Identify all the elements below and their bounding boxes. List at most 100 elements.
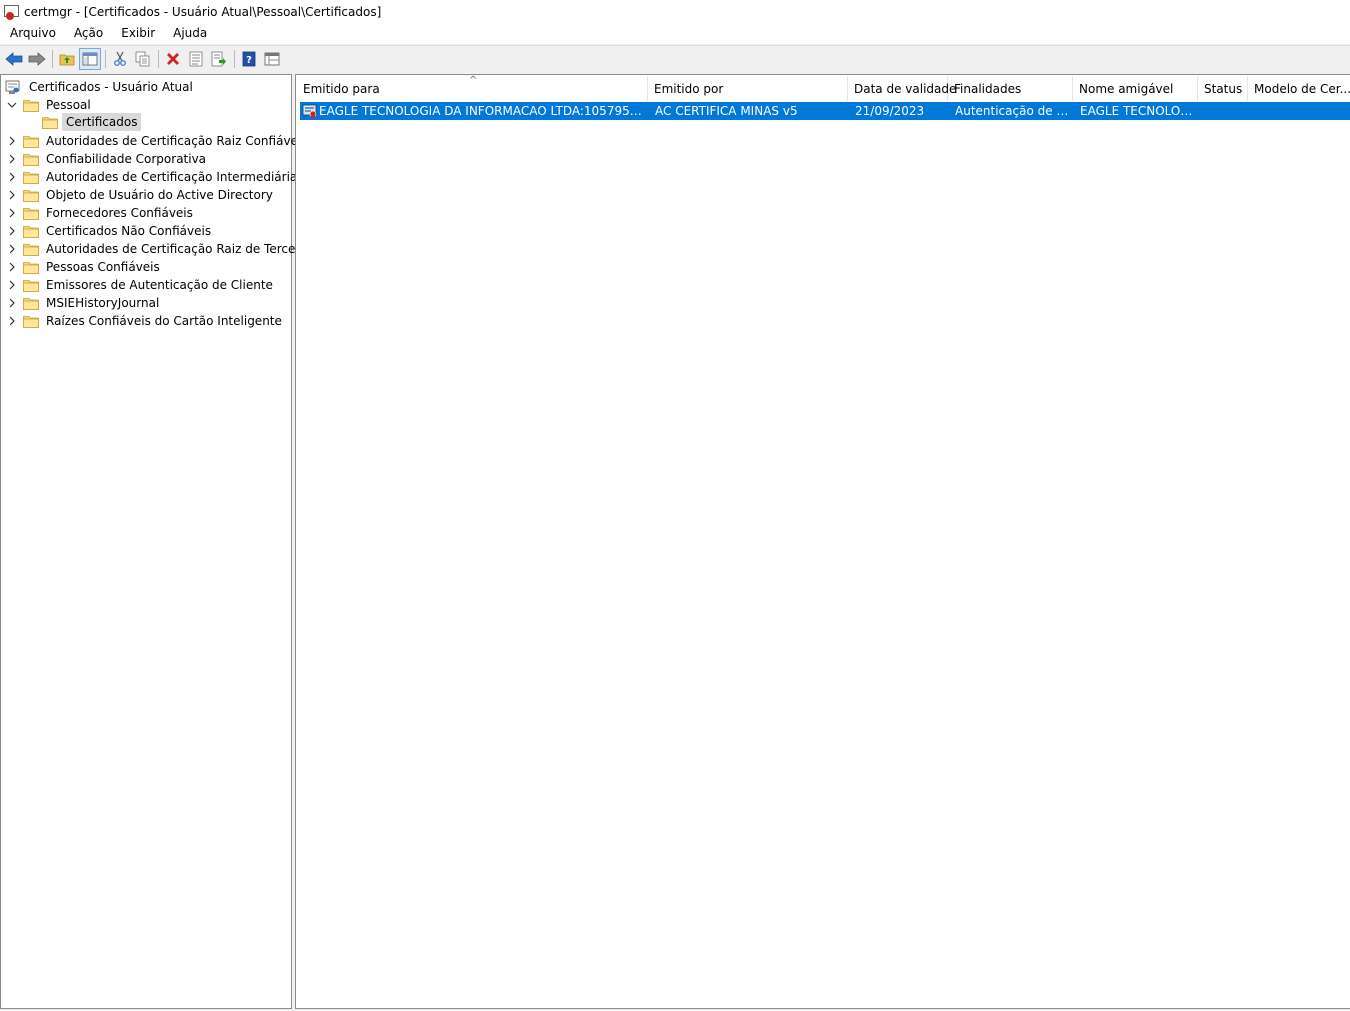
tree-label-pessoal: Pessoal [46, 98, 91, 112]
show-hide-tree-icon [82, 52, 98, 65]
menu-ajuda[interactable]: Ajuda [165, 23, 215, 44]
column-header-issued-to[interactable]: ^ Emitido para [297, 75, 648, 101]
column-label: Emitido por [654, 82, 724, 96]
folder-icon [23, 315, 39, 328]
tree-item-root[interactable]: Certificados - Usuário Atual [5, 78, 196, 96]
tree-item-store[interactable]: MSIEHistoryJournal [7, 294, 162, 312]
mmc-window-icon [264, 52, 280, 65]
column-header-purposes[interactable]: Finalidades [948, 77, 1073, 101]
chevron-right-icon[interactable] [7, 222, 17, 240]
tree-label-store: Autoridades de Certificação Intermediári… [46, 170, 304, 184]
toolbar-separator [234, 49, 235, 68]
tree-label-store: Autoridades de Certificação Raiz de Terc… [46, 242, 317, 256]
chevron-down-icon[interactable] [7, 96, 17, 114]
column-header-expiration[interactable]: Data de validade [848, 77, 956, 101]
up-folder-icon [59, 54, 75, 65]
column-header-friendly-name[interactable]: Nome amigável [1073, 77, 1198, 101]
tree-label-certificados: Certificados [62, 113, 142, 131]
chevron-right-icon[interactable] [7, 312, 17, 330]
forward-button[interactable] [26, 48, 48, 70]
toolbar-separator [105, 49, 106, 68]
cell-expiration: 21/09/2023 [855, 104, 925, 118]
chevron-right-icon[interactable] [7, 204, 17, 222]
tree-item-store[interactable]: Objeto de Usuário do Active Directory [7, 186, 276, 204]
tree-item-store[interactable]: Fornecedores Confiáveis [7, 204, 196, 222]
back-arrow-icon [5, 51, 23, 66]
folder-icon [23, 171, 39, 184]
folder-icon [23, 99, 39, 112]
svg-text:?: ? [246, 55, 252, 66]
back-button[interactable] [3, 48, 25, 70]
chevron-right-icon[interactable] [7, 186, 17, 204]
tree-label-store: Objeto de Usuário do Active Directory [46, 188, 273, 202]
cell-friendly-name: EAGLE TECNOLOGI... [1080, 104, 1200, 118]
tree-item-store[interactable]: Confiabilidade Corporativa [7, 150, 209, 168]
cut-icon [114, 51, 126, 66]
forward-arrow-icon [28, 51, 46, 66]
chevron-right-icon[interactable] [7, 168, 17, 186]
tree-label-store: Confiabilidade Corporativa [46, 152, 207, 166]
folder-icon [23, 135, 39, 148]
up-one-level-button[interactable] [56, 48, 78, 70]
cell-issued-to: EAGLE TECNOLOGIA DA INFORMACAO LTDA:1057… [319, 104, 645, 118]
certificate-store-icon [5, 80, 20, 94]
folder-icon [23, 243, 39, 256]
menu-exibir[interactable]: Exibir [113, 23, 163, 44]
copy-button[interactable] [132, 48, 154, 70]
chevron-right-icon[interactable] [7, 294, 17, 312]
column-label: Emitido para [303, 82, 380, 96]
chevron-right-icon[interactable] [7, 132, 17, 150]
delete-button[interactable] [162, 48, 184, 70]
tree-item-store[interactable]: Raízes Confiáveis do Cartão Inteligente [7, 312, 285, 330]
tree-item-certificados[interactable]: Certificados [42, 113, 142, 131]
tree-label-store: MSIEHistoryJournal [46, 296, 160, 310]
column-header-issued-by[interactable]: Emitido por [648, 77, 848, 101]
chevron-right-icon[interactable] [7, 258, 17, 276]
help-icon: ? [242, 51, 256, 66]
column-label: Modelo de Cer... [1254, 82, 1350, 96]
folder-icon [23, 279, 39, 292]
tree-item-store[interactable]: Certificados Não Confiáveis [7, 222, 214, 240]
column-label: Status [1204, 82, 1243, 96]
tree-label-store: Autoridades de Certificação Raiz Confiáv… [46, 134, 308, 148]
tree-item-store[interactable]: Autoridades de Certificação Intermediári… [7, 168, 307, 186]
export-list-button[interactable] [208, 48, 230, 70]
show-hide-console-tree-button[interactable] [79, 47, 101, 70]
folder-icon [23, 225, 39, 238]
cut-button[interactable] [109, 48, 131, 70]
console-tree[interactable]: Certificados - Usuário Atual Pessoal Cer… [0, 74, 317, 1009]
cell-issued-by: AC CERTIFICA MINAS v5 [655, 104, 798, 118]
menu-acao[interactable]: Ação [66, 23, 111, 44]
cell-status [1205, 102, 1250, 120]
tree-item-store[interactable]: Autoridades de Certificação Raiz Confiáv… [7, 132, 311, 150]
window-title: certmgr - [Certificados - Usuário Atual\… [24, 4, 382, 19]
sort-ascending-icon: ^ [469, 75, 478, 86]
mmc-window-button[interactable] [261, 48, 283, 70]
export-list-icon [211, 51, 226, 66]
column-header-template[interactable]: Modelo de Cer... [1248, 77, 1350, 101]
properties-button[interactable] [185, 48, 207, 70]
tree-label-store: Emissores de Autenticação de Cliente [46, 278, 273, 292]
menu-bar: Arquivo Ação Exibir Ajuda [0, 23, 1350, 44]
properties-icon [189, 51, 203, 66]
menu-arquivo[interactable]: Arquivo [2, 23, 64, 44]
table-row[interactable]: EAGLE TECNOLOGIA DA INFORMACAO LTDA:1057… [300, 102, 1350, 120]
tree-item-store[interactable]: Autoridades de Certificação Raiz de Terc… [7, 240, 320, 258]
folder-icon [23, 189, 39, 202]
tree-item-pessoal[interactable]: Pessoal [7, 96, 94, 114]
certmgr-app-icon [3, 4, 19, 20]
help-button[interactable]: ? [238, 48, 260, 70]
chevron-right-icon[interactable] [7, 276, 17, 294]
column-label: Data de validade [854, 82, 957, 96]
folder-icon [23, 297, 39, 310]
certificate-list[interactable]: ^ Emitido para Emitido por Data de valid… [295, 74, 1350, 1009]
tree-item-store[interactable]: Pessoas Confiáveis [7, 258, 163, 276]
column-header-status[interactable]: Status [1198, 77, 1248, 101]
toolbar-separator [158, 49, 159, 68]
folder-icon [23, 261, 39, 274]
column-label: Nome amigável [1079, 82, 1174, 96]
chevron-right-icon[interactable] [7, 150, 17, 168]
tree-item-store[interactable]: Emissores de Autenticação de Cliente [7, 276, 276, 294]
copy-icon [135, 51, 150, 66]
chevron-right-icon[interactable] [7, 240, 17, 258]
